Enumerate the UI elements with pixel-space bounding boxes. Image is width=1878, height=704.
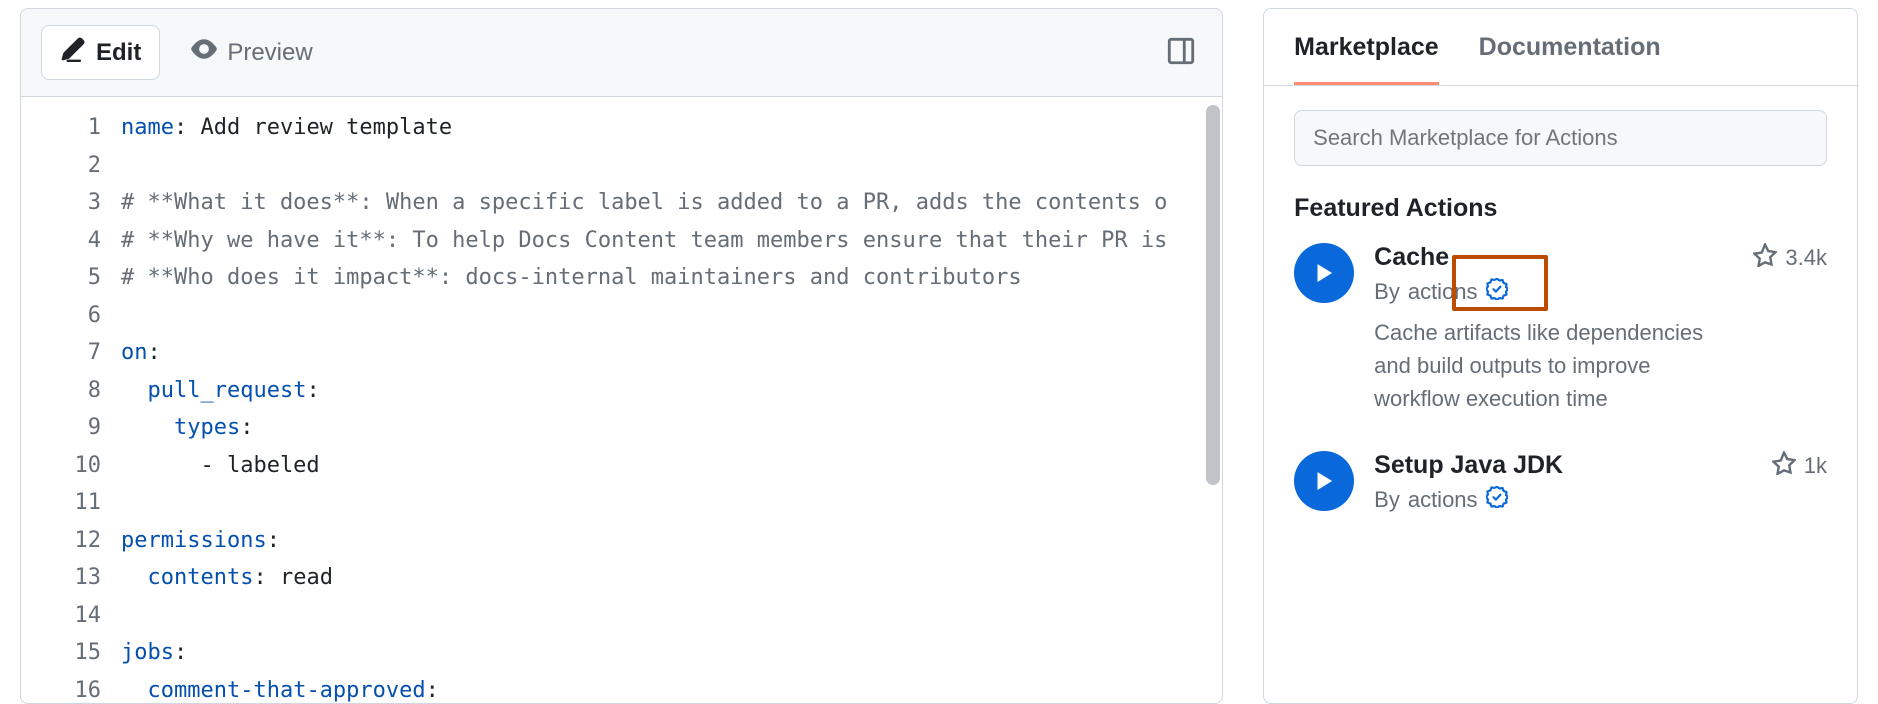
editor-tab-group: Edit Preview <box>41 25 332 80</box>
star-icon <box>1772 451 1796 481</box>
action-stars: 3.4k <box>1753 243 1827 273</box>
search-input[interactable] <box>1294 110 1827 166</box>
star-icon <box>1753 243 1777 273</box>
editor-header: Edit Preview <box>21 9 1222 97</box>
preview-tab-label: Preview <box>227 39 312 67</box>
verified-icon <box>1486 486 1508 514</box>
preview-tab[interactable]: Preview <box>172 25 331 80</box>
action-title: Cache <box>1374 243 1507 272</box>
code-editor[interactable]: 12345678910111213141516 name: Add review… <box>21 97 1222 703</box>
editor-panel: Edit Preview 12345678910111213141516 nam… <box>20 8 1223 704</box>
editor-scrollbar[interactable] <box>1206 105 1220 485</box>
edit-tab[interactable]: Edit <box>41 25 160 80</box>
action-play-icon <box>1294 243 1354 303</box>
code-content[interactable]: name: Add review template # **What it do… <box>121 97 1222 703</box>
code-icon <box>60 36 86 69</box>
action-author: By actions <box>1374 486 1563 514</box>
action-author: By actions <box>1374 278 1507 306</box>
action-stars: 1k <box>1772 451 1827 481</box>
action-description: Cache artifacts like dependencies and bu… <box>1374 316 1704 415</box>
tab-documentation[interactable]: Documentation <box>1479 33 1661 85</box>
edit-tab-label: Edit <box>96 39 141 67</box>
marketplace-panel: Marketplace Documentation Featured Actio… <box>1263 8 1858 704</box>
sidebar-collapse-icon <box>1166 54 1196 69</box>
action-title: Setup Java JDK <box>1374 451 1563 480</box>
action-item[interactable]: Cache By actions 3.4k <box>1294 243 1827 415</box>
action-play-icon <box>1294 451 1354 511</box>
featured-actions-heading: Featured Actions <box>1294 194 1827 223</box>
verified-icon <box>1486 278 1508 306</box>
eye-icon <box>191 36 217 69</box>
toggle-sidebar-button[interactable] <box>1160 30 1202 75</box>
tab-marketplace[interactable]: Marketplace <box>1294 33 1439 85</box>
action-item[interactable]: Setup Java JDK By actions 1k <box>1294 451 1827 514</box>
side-tab-group: Marketplace Documentation <box>1264 9 1857 86</box>
marketplace-body: Featured Actions Cache By actions <box>1264 86 1857 703</box>
line-number-gutter: 12345678910111213141516 <box>21 97 121 703</box>
